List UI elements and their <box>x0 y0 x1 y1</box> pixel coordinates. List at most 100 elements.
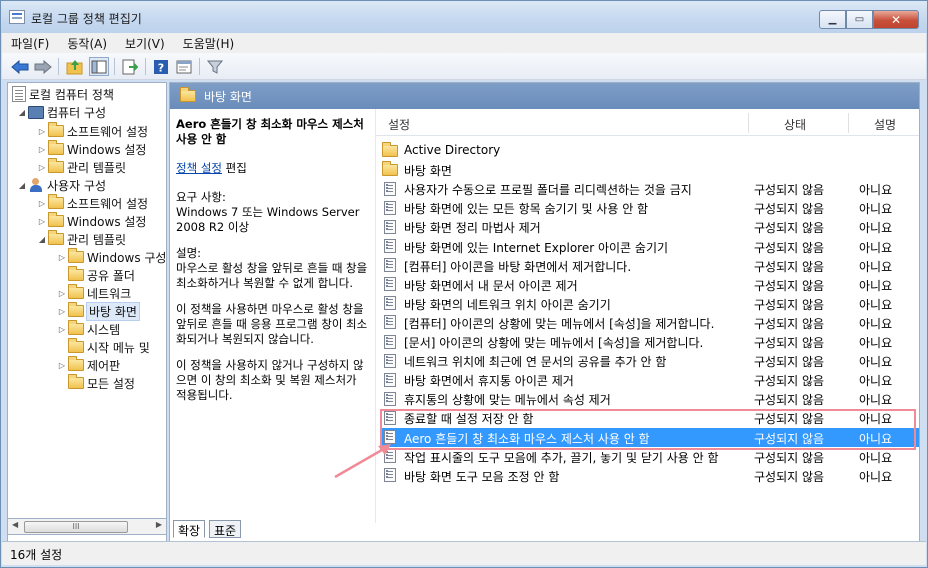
list-item[interactable]: 종료할 때 설정 저장 안 함 구성되지 않음 아니요 <box>382 408 919 427</box>
scroll-thumb[interactable]: III <box>24 521 128 533</box>
menu-view[interactable]: 보기(V) <box>116 35 174 52</box>
setting-state: 구성되지 않음 <box>754 355 825 370</box>
forward-arrow-icon[interactable] <box>33 57 53 76</box>
tree-item-admin-templates[interactable]: ▷ 관리 템플릿 <box>36 158 126 176</box>
list-item[interactable]: Active Directory <box>382 141 919 160</box>
edit-policy-link[interactable]: 정책 설정 <box>176 161 222 175</box>
folder-icon <box>382 160 398 176</box>
list-item[interactable]: 바탕 화면 정리 마법사 제거 구성되지 않음 아니요 <box>382 217 919 236</box>
list-item[interactable]: 바탕 화면 도구 모음 조정 안 함 구성되지 않음 아니요 <box>382 466 919 485</box>
filter-icon[interactable] <box>205 57 225 76</box>
tree-item-start-menu[interactable]: 시작 메뉴 및 <box>56 338 150 356</box>
tree-item-control-panel[interactable]: ▷ 제어판 <box>56 356 120 374</box>
tree-item-windows-settings[interactable]: ▷ Windows 설정 <box>36 212 146 230</box>
setting-name: 바탕 화면의 네트워크 위치 아이콘 숨기기 <box>404 297 611 312</box>
show-hide-tree-icon[interactable] <box>89 57 109 76</box>
column-setting[interactable]: 설정 <box>388 116 410 133</box>
list-item[interactable]: 휴지통의 상황에 맞는 메뉴에서 속성 제거 구성되지 않음 아니요 <box>382 389 919 408</box>
tree-item-local-computer-policy[interactable]: 로컬 컴퓨터 정책 <box>12 85 114 103</box>
tree-item-shared-folders[interactable]: 공유 폴더 <box>56 266 135 284</box>
setting-comment: 아니요 <box>859 221 893 236</box>
setting-comment: 아니요 <box>859 355 893 370</box>
tree-item-computer-config[interactable]: ◢ 컴퓨터 구성 <box>16 103 106 121</box>
menu-file[interactable]: 파일(F) <box>2 35 58 52</box>
tree-item-all-settings[interactable]: 모든 설정 <box>56 374 135 392</box>
tree-item-admin-templates[interactable]: ◢ 관리 템플릿 <box>36 230 126 248</box>
maximize-button[interactable]: ▭ <box>846 10 873 29</box>
list-item[interactable]: 네트워크 위치에 최근에 연 문서의 공유를 추가 안 함 구성되지 않음 아니요 <box>382 351 919 370</box>
minimize-button[interactable]: ▁ <box>819 10 846 29</box>
tree-item-user-config[interactable]: ◢ 사용자 구성 <box>16 176 106 194</box>
list-item[interactable]: 바탕 화면에 있는 Internet Explorer 아이콘 숨기기 구성되지 … <box>382 237 919 256</box>
help-icon[interactable]: ? <box>151 57 171 76</box>
column-state[interactable]: 상태 <box>784 116 806 133</box>
setting-name: 바탕 화면에 있는 Internet Explorer 아이콘 숨기기 <box>404 240 669 255</box>
folder-icon <box>68 320 84 335</box>
expand-arrow-icon[interactable]: ▷ <box>36 217 48 226</box>
tree-item-windows-components[interactable]: ▷ Windows 구성 <box>56 248 166 266</box>
expand-arrow-icon[interactable]: ▷ <box>36 199 48 208</box>
expand-arrow-icon[interactable]: ▷ <box>56 289 68 298</box>
back-arrow-icon[interactable] <box>10 57 30 76</box>
tree-item-software-settings[interactable]: ▷ 소프트웨어 설정 <box>36 122 148 140</box>
export-list-icon[interactable] <box>120 57 140 76</box>
list-item[interactable]: [컴퓨터] 아이콘의 상황에 맞는 메뉴에서 [속성]을 제거합니다. 구성되지 … <box>382 313 919 332</box>
tab-standard[interactable]: 표준 <box>209 520 242 538</box>
setting-name: 바탕 화면 <box>404 164 452 179</box>
list-item[interactable]: 바탕 화면에서 휴지통 아이콘 제거 구성되지 않음 아니요 <box>382 370 919 389</box>
list-item[interactable]: Aero 흔들기 창 최소화 마우스 제스처 사용 안 함 구성되지 않음 아니요 <box>382 427 919 447</box>
list-item[interactable]: 사용자가 수동으로 프로필 폴더를 리디렉션하는 것을 금지 구성되지 않음 아니요 <box>382 179 919 198</box>
collapse-arrow-icon[interactable]: ◢ <box>16 108 28 117</box>
setting-name: 바탕 화면 도구 모음 조정 안 함 <box>404 469 560 484</box>
setting-comment: 아니요 <box>859 316 893 331</box>
tree-item-network[interactable]: ▷ 네트워크 <box>56 284 131 302</box>
collapse-arrow-icon[interactable]: ◢ <box>16 181 28 190</box>
expand-arrow-icon[interactable]: ▷ <box>36 145 48 154</box>
list-item[interactable]: 바탕 화면 <box>382 160 919 179</box>
description-text: 설명: 마우스로 활성 창을 앞뒤로 흔들 때 창을 최소화하거나 복원할 수 … <box>176 246 368 290</box>
computer-icon <box>28 105 44 119</box>
list-item[interactable]: [문서] 아이콘의 상황에 맞는 메뉴에서 [속성]을 제거합니다. 구성되지 않… <box>382 332 919 351</box>
menu-action[interactable]: 동작(A) <box>58 35 116 52</box>
up-folder-icon[interactable] <box>65 57 85 76</box>
tree-item-desktop[interactable]: ▷ 바탕 화면 <box>56 301 140 321</box>
setting-state: 구성되지 않음 <box>754 183 825 198</box>
list-item[interactable]: 바탕 화면에서 내 문서 아이콘 제거 구성되지 않음 아니요 <box>382 275 919 294</box>
gpedit-app-icon <box>9 10 25 24</box>
scroll-left-arrow-icon[interactable]: ◀ <box>12 520 18 529</box>
folder-icon <box>48 194 64 209</box>
expand-arrow-icon[interactable]: ▷ <box>36 163 48 172</box>
close-button[interactable]: ✕ <box>873 10 919 29</box>
properties-icon[interactable] <box>174 57 194 76</box>
tree-item-system[interactable]: ▷ 시스템 <box>56 320 120 338</box>
list-item[interactable]: 바탕 화면에 있는 모든 항목 숨기기 및 사용 안 함 구성되지 않음 아니요 <box>382 198 919 217</box>
setting-name: [컴퓨터] 아이콘을 바탕 화면에서 제거합니다. <box>404 259 632 274</box>
menu-help[interactable]: 도움말(H) <box>174 35 244 52</box>
setting-name: 바탕 화면에서 내 문서 아이콘 제거 <box>404 278 578 293</box>
tree-horizontal-scrollbar[interactable]: ◀ III ▶ <box>7 518 167 535</box>
title-bar[interactable]: 로컬 그룹 정책 편집기 ▁ ▭ ✕ <box>1 1 927 33</box>
setting-state: 구성되지 않음 <box>754 278 825 293</box>
setting-icon <box>384 277 396 292</box>
svg-text:?: ? <box>158 61 164 74</box>
expand-arrow-icon[interactable]: ▷ <box>36 127 48 136</box>
setting-name: 작업 표시줄의 도구 모음에 추가, 끌기, 놓기 및 닫기 사용 안 함 <box>404 450 719 465</box>
setting-state: 구성되지 않음 <box>754 316 825 331</box>
expand-arrow-icon[interactable]: ▷ <box>56 361 68 370</box>
expand-arrow-icon[interactable]: ▷ <box>56 325 68 334</box>
collapse-arrow-icon[interactable]: ◢ <box>36 235 48 244</box>
status-bar: 16개 설정 <box>2 541 926 565</box>
expand-arrow-icon[interactable]: ▷ <box>56 253 68 262</box>
tree-item-windows-settings[interactable]: ▷ Windows 설정 <box>36 140 146 158</box>
list-item[interactable]: 작업 표시줄의 도구 모음에 추가, 끌기, 놓기 및 닫기 사용 안 함 구성되… <box>382 447 919 466</box>
scroll-right-arrow-icon[interactable]: ▶ <box>156 520 162 529</box>
list-item[interactable]: 바탕 화면의 네트워크 위치 아이콘 숨기기 구성되지 않음 아니요 <box>382 294 919 313</box>
column-comment[interactable]: 설명 <box>874 116 896 133</box>
expand-arrow-icon[interactable]: ▷ <box>56 307 68 316</box>
folder-icon <box>68 284 84 299</box>
setting-comment: 아니요 <box>859 450 893 465</box>
list-item[interactable]: [컴퓨터] 아이콘을 바탕 화면에서 제거합니다. 구성되지 않음 아니요 <box>382 256 919 275</box>
tab-extended[interactable]: 확장 <box>173 520 206 538</box>
tree-item-software-settings[interactable]: ▷ 소프트웨어 설정 <box>36 194 148 212</box>
setting-state: 구성되지 않음 <box>754 297 825 312</box>
